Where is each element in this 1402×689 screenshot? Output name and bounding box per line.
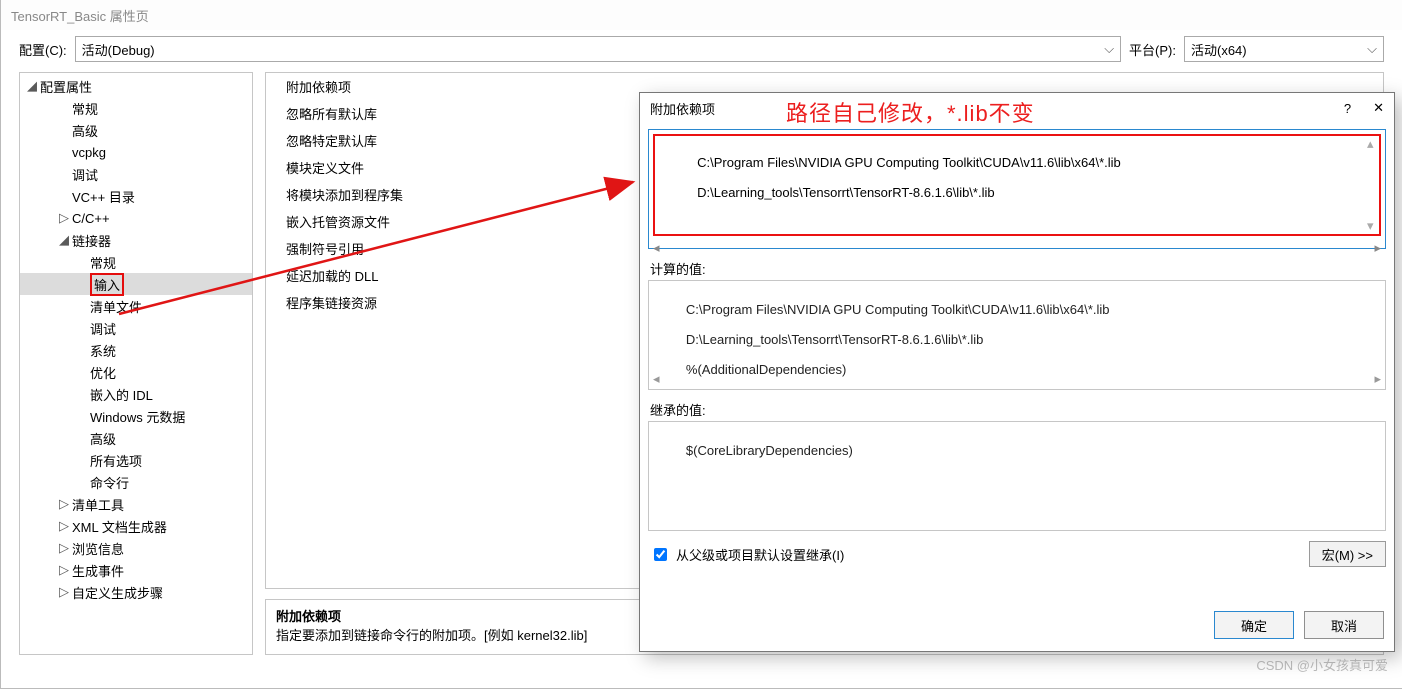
tree-label: 常规 [72,99,98,118]
hscroll-icon[interactable]: ◂▸ [653,371,1381,387]
expand-right-icon: ▷ [56,540,72,556]
tree-item[interactable]: ▷XML 文档生成器 [20,515,252,537]
edit-outer-box: C:\Program Files\NVIDIA GPU Computing To… [648,129,1386,249]
tree-item[interactable]: 高级 [20,119,252,141]
properties-tree[interactable]: ◢配置属性常规高级vcpkg调试VC++ 目录▷C/C++◢链接器常规输入清单文… [19,72,253,655]
tree-label: 配置属性 [40,77,92,96]
expand-right-icon: ▷ [56,562,72,578]
hscroll-icon[interactable]: ◂▸ [649,240,1385,256]
tree-label: Windows 元数据 [90,407,185,426]
tree-item[interactable]: 优化 [20,361,252,383]
tree-label: 浏览信息 [72,539,124,558]
tree-item[interactable]: 命令行 [20,471,252,493]
expand-down-icon: ◢ [24,78,40,94]
tree-label: 系统 [90,341,116,360]
inherited-label: 继承的值: [650,400,1386,419]
vscroll-icon[interactable]: ▴▾ [1367,136,1381,234]
additional-deps-input[interactable]: C:\Program Files\NVIDIA GPU Computing To… [653,134,1381,236]
tree-item[interactable]: Windows 元数据 [20,405,252,427]
tree-label: 命令行 [90,473,129,492]
expand-right-icon: ▷ [56,518,72,534]
tree-item[interactable]: 调试 [20,317,252,339]
tree-item[interactable]: ▷生成事件 [20,559,252,581]
tree-label: 输入 [90,273,124,296]
edit-line: C:\Program Files\NVIDIA GPU Computing To… [697,155,1121,170]
tree-label: C/C++ [72,211,110,226]
platform-label: 平台(P): [1129,40,1176,59]
dialog-titlebar: 附加依赖项 ? ✕ [640,93,1394,123]
tree-item[interactable]: 常规 [20,251,252,273]
tree-label: 生成事件 [72,561,124,580]
close-icon[interactable]: ✕ [1373,100,1384,116]
tree-item[interactable]: 嵌入的 IDL [20,383,252,405]
tree-item[interactable]: vcpkg [20,141,252,163]
inherit-checkbox-input[interactable] [654,548,667,561]
tree-item[interactable]: 清单文件 [20,295,252,317]
additional-deps-dialog: 附加依赖项 ? ✕ C:\Program Files\NVIDIA GPU Co… [639,92,1395,652]
tree-label: vcpkg [72,145,106,160]
tree-item[interactable]: 系统 [20,339,252,361]
computed-label: 计算的值: [650,259,1386,278]
tree-label: 链接器 [72,231,111,250]
watermark: CSDN @小女孩真可爱 [1256,655,1388,674]
tree-label: 自定义生成步骤 [72,583,163,602]
edit-line: D:\Learning_tools\Tensorrt\TensorRT-8.6.… [697,185,994,200]
tree-item[interactable]: ▷清单工具 [20,493,252,515]
chevron-down-icon: ⌵ [1367,41,1377,57]
inherit-checkbox[interactable]: 从父级或项目默认设置继承(I) [650,545,844,564]
window-title: TensorRT_Basic 属性页 [11,6,149,25]
tree-item[interactable]: VC++ 目录 [20,185,252,207]
cancel-button[interactable]: 取消 [1304,611,1384,639]
ok-button[interactable]: 确定 [1214,611,1294,639]
tree-item[interactable]: ▷浏览信息 [20,537,252,559]
tree-label: 调试 [90,319,116,338]
macros-button[interactable]: 宏(M) >> [1309,541,1386,567]
expand-right-icon: ▷ [56,210,72,226]
expand-down-icon: ◢ [56,232,72,248]
tree-label: 调试 [72,165,98,184]
tree-item[interactable]: ▷自定义生成步骤 [20,581,252,603]
tree-label: 优化 [90,363,116,382]
tree-item[interactable]: ▷C/C++ [20,207,252,229]
computed-values-box: C:\Program Files\NVIDIA GPU Computing To… [648,280,1386,390]
tree-label: VC++ 目录 [72,187,135,206]
tree-label: 常规 [90,253,116,272]
config-value: 活动(Debug) [82,40,155,59]
tree-item[interactable]: 所有选项 [20,449,252,471]
expand-right-icon: ▷ [56,584,72,600]
dialog-title: 附加依赖项 [650,99,715,118]
window-titlebar: TensorRT_Basic 属性页 [1,0,1402,30]
platform-value: 活动(x64) [1191,40,1247,59]
tree-label: 嵌入的 IDL [90,385,153,404]
tree-label: 清单工具 [72,495,124,514]
tree-label: 清单文件 [90,297,142,316]
inherited-values-box: $(CoreLibraryDependencies) [648,421,1386,531]
tree-label: XML 文档生成器 [72,517,167,536]
chevron-down-icon: ⌵ [1104,41,1114,57]
platform-dropdown[interactable]: 活动(x64) ⌵ [1184,36,1384,62]
computed-line: D:\Learning_tools\Tensorrt\TensorRT-8.6.… [686,332,983,347]
config-dropdown[interactable]: 活动(Debug) ⌵ [75,36,1121,62]
config-label: 配置(C): [19,40,67,59]
config-toolbar: 配置(C): 活动(Debug) ⌵ 平台(P): 活动(x64) ⌵ [1,30,1402,72]
tree-label: 高级 [90,429,116,448]
tree-item[interactable]: 常规 [20,97,252,119]
inherit-check-label: 从父级或项目默认设置继承(I) [676,545,844,564]
tree-item[interactable]: ◢链接器 [20,229,252,251]
expand-right-icon: ▷ [56,496,72,512]
tree-label: 所有选项 [90,451,142,470]
inherited-line: $(CoreLibraryDependencies) [686,443,853,458]
tree-root[interactable]: ◢配置属性 [20,75,252,97]
tree-item[interactable]: 高级 [20,427,252,449]
computed-line: C:\Program Files\NVIDIA GPU Computing To… [686,302,1110,317]
tree-item[interactable]: 调试 [20,163,252,185]
help-icon[interactable]: ? [1344,101,1351,116]
tree-item[interactable]: 输入 [20,273,252,295]
tree-label: 高级 [72,121,98,140]
